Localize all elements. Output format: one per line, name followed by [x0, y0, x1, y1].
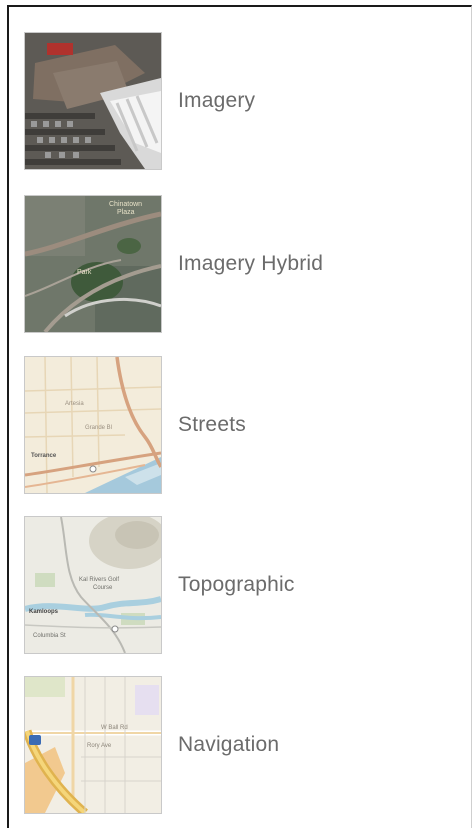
svg-text:Park: Park	[77, 269, 92, 276]
svg-text:Rory Ave: Rory Ave	[87, 743, 112, 749]
basemap-gallery-panel: Imagery Chinatown Plaza Park Imagery Hyb…	[7, 5, 472, 828]
basemap-label: Navigation	[178, 733, 280, 756]
basemap-item-navigation[interactable]: W Ball Rd Rory Ave Navigation	[24, 675, 444, 815]
svg-text:Course: Course	[93, 585, 113, 591]
topographic-thumbnail: Kamloops Kal Rivers Golf Course Columbia…	[24, 516, 162, 654]
svg-text:Torrance: Torrance	[31, 453, 57, 459]
imagery-hybrid-thumbnail: Chinatown Plaza Park	[24, 195, 162, 333]
basemap-label: Topographic	[178, 573, 295, 596]
svg-text:Columbia St: Columbia St	[33, 633, 66, 639]
navigation-thumbnail: W Ball Rd Rory Ave	[24, 676, 162, 814]
svg-text:Kamloops: Kamloops	[29, 609, 59, 615]
basemap-item-imagery-hybrid[interactable]: Chinatown Plaza Park Imagery Hybrid	[24, 194, 444, 334]
basemap-label: Streets	[178, 413, 246, 436]
svg-text:Artesia: Artesia	[65, 401, 84, 407]
streets-thumbnail: Torrance Artesia Grande Bl	[24, 356, 162, 494]
basemap-item-imagery[interactable]: Imagery	[24, 31, 444, 171]
basemap-label: Imagery Hybrid	[178, 252, 324, 275]
imagery-thumbnail	[24, 32, 162, 170]
basemap-item-topographic[interactable]: Kamloops Kal Rivers Golf Course Columbia…	[24, 515, 444, 655]
svg-text:Chinatown: Chinatown	[109, 201, 142, 208]
svg-text:Grande Bl: Grande Bl	[85, 425, 112, 431]
svg-text:Kal Rivers Golf: Kal Rivers Golf	[79, 577, 119, 583]
basemap-item-streets[interactable]: Torrance Artesia Grande Bl Streets	[24, 355, 444, 495]
svg-text:Plaza: Plaza	[117, 209, 135, 216]
svg-text:W Ball Rd: W Ball Rd	[101, 725, 128, 731]
basemap-label: Imagery	[178, 89, 256, 112]
